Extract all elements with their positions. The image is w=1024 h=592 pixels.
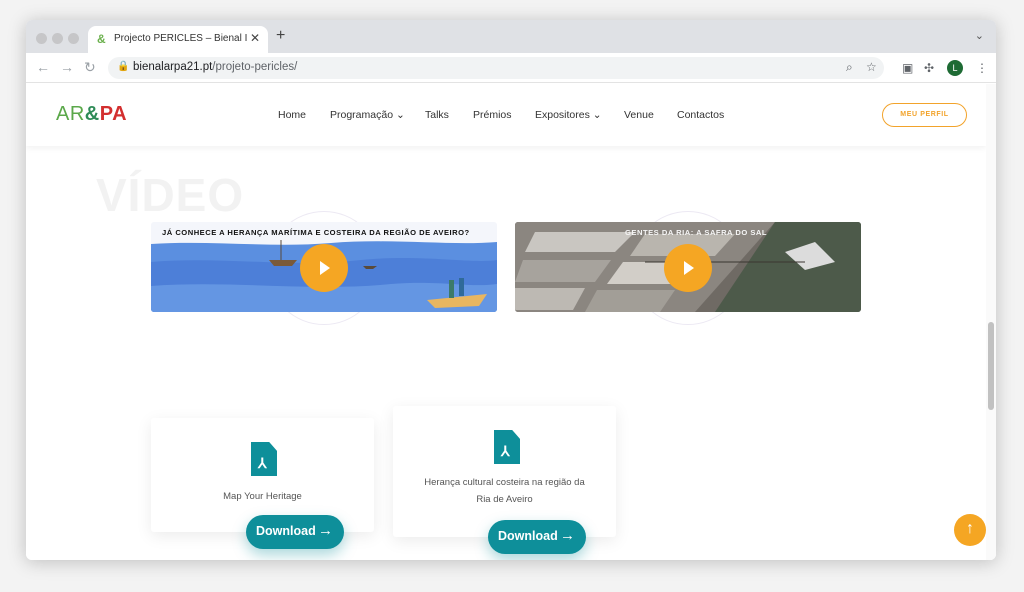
page-viewport: AR&PA Home Programação ⌄ Talks Prémios E…: [26, 84, 996, 560]
tab-title: Projecto PERICLES – Bienal Ibé: [114, 33, 248, 44]
reload-icon[interactable]: ↻: [84, 59, 96, 76]
nav-contactos[interactable]: Contactos: [677, 109, 724, 121]
arrow-up-icon[interactable]: ↑: [954, 514, 986, 546]
nav-venue[interactable]: Venue: [624, 109, 654, 121]
nav-premios[interactable]: Prémios: [473, 109, 512, 121]
tab-search-chevron-icon[interactable]: ⌄: [975, 29, 984, 42]
extension-icon[interactable]: ▣: [902, 61, 913, 75]
play-icon[interactable]: [664, 244, 712, 292]
download-button-label: Download: [256, 524, 316, 538]
arrow-right-icon: →: [560, 527, 575, 544]
address-toolbar: ← → ↻ 🔒 bienalarpa21.pt/projeto-pericles…: [26, 53, 996, 83]
nav-expositores-label: Expositores: [535, 109, 590, 121]
download-card-2: ⅄ Herança cultural costeira na região da…: [393, 406, 616, 537]
logo-text-ar: AR: [56, 103, 85, 125]
video-title-2: GENTES DA RIA: A SAFRA DO SAL: [625, 228, 768, 237]
minimize-window-icon[interactable]: [52, 33, 63, 44]
puzzle-extensions-icon[interactable]: ✣: [924, 61, 934, 75]
browser-tab[interactable]: & Projecto PERICLES – Bienal Ibé ✕: [88, 26, 268, 53]
chevron-down-icon: ⌄: [592, 109, 602, 121]
logo-text-amp: &: [84, 103, 100, 125]
forward-arrow-icon[interactable]: →: [60, 59, 74, 75]
address-bar[interactable]: 🔒 bienalarpa21.pt/projeto-pericles/ ⌕ ☆: [108, 57, 884, 79]
meu-perfil-button[interactable]: MEU PERFIL: [882, 103, 967, 127]
back-arrow-icon[interactable]: ←: [36, 59, 50, 75]
scrollbar-thumb[interactable]: [988, 322, 994, 410]
maximize-window-icon[interactable]: [68, 33, 79, 44]
play-icon[interactable]: [300, 244, 348, 292]
bookmark-star-icon[interactable]: ☆: [866, 60, 877, 74]
zoom-icon[interactable]: ⌕: [846, 60, 853, 75]
new-tab-button[interactable]: +: [276, 27, 285, 45]
url-domain: bienalarpa21.pt: [133, 61, 213, 73]
nav-programacao-label: Programação: [330, 109, 394, 121]
section-title-watermark: VÍDEO: [96, 169, 245, 221]
download-card-text: Map Your Heritage: [223, 491, 302, 502]
site-logo[interactable]: AR&PA: [56, 103, 127, 126]
browser-window: & Projecto PERICLES – Bienal Ibé ✕ + ⌄ ←…: [26, 20, 996, 560]
video-title-1: JÁ CONHECE A HERANÇA MARÍTIMA E COSTEIRA…: [162, 228, 470, 237]
download-button[interactable]: Download →: [488, 520, 586, 554]
arrow-right-icon: →: [318, 522, 333, 539]
close-tab-icon[interactable]: ✕: [250, 31, 260, 45]
url-path: /projeto-pericles/: [212, 61, 298, 73]
download-card-text-line-2: Ria de Aveiro: [476, 494, 533, 505]
nav-home[interactable]: Home: [278, 109, 306, 121]
logo-text-pa: PA: [99, 103, 128, 125]
lock-icon[interactable]: 🔒: [117, 61, 129, 72]
pdf-file-icon: ⅄: [251, 442, 277, 476]
download-button[interactable]: Download →: [246, 515, 344, 549]
chevron-down-icon: ⌄: [395, 109, 405, 121]
download-card-text: Herança cultural costeira na região da R…: [393, 474, 616, 508]
pdf-file-icon: ⅄: [494, 430, 520, 464]
tab-bar: & Projecto PERICLES – Bienal Ibé ✕ + ⌄: [26, 20, 996, 53]
close-window-icon[interactable]: [36, 33, 47, 44]
nav-talks[interactable]: Talks: [425, 109, 449, 121]
download-card-text-line-1: Herança cultural costeira na região da: [424, 477, 585, 488]
kebab-menu-icon[interactable]: ⋮: [976, 61, 988, 75]
profile-avatar[interactable]: L: [947, 60, 963, 76]
url-text[interactable]: bienalarpa21.pt/projeto-pericles/: [133, 61, 297, 73]
site-header: AR&PA Home Programação ⌄ Talks Prémios E…: [26, 84, 986, 146]
nav-expositores[interactable]: Expositores ⌄: [535, 109, 602, 121]
nav-programacao[interactable]: Programação ⌄: [330, 109, 405, 121]
site-favicon-icon: &: [97, 32, 106, 46]
download-button-label: Download: [498, 529, 558, 543]
